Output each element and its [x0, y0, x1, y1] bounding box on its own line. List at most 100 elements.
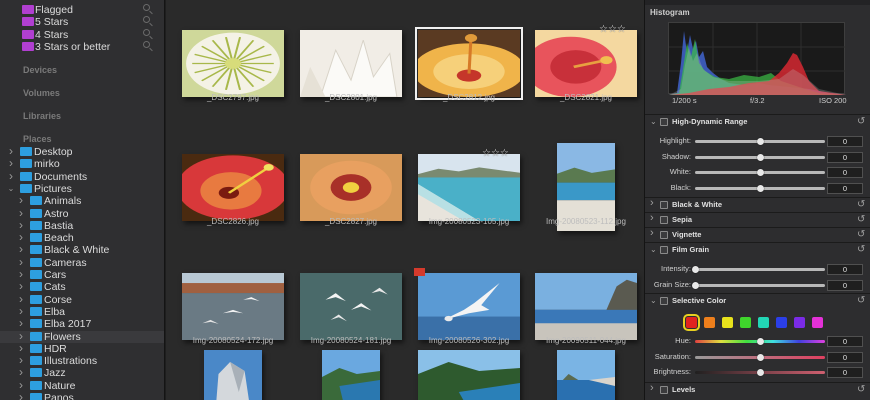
disclosure-closed-icon[interactable]: ›: [650, 382, 654, 394]
grain-grain-size-slider-knob[interactable]: [692, 281, 699, 289]
photo-cell[interactable]: _DSC2797.jpg: [174, 0, 292, 118]
sidebar-item-cats[interactable]: › Cats: [0, 280, 164, 293]
color-swatch[interactable]: [812, 317, 823, 328]
photo-thumbnail[interactable]: [182, 29, 284, 97]
photo-thumbnail[interactable]: [322, 350, 380, 400]
disclosure-open-icon[interactable]: ⌄: [650, 117, 657, 126]
hdr-white-slider-knob[interactable]: [757, 169, 764, 176]
sidebar-item-corse[interactable]: › Corse: [0, 293, 164, 306]
color-swatch[interactable]: [704, 317, 715, 328]
chevron-right-icon[interactable]: ›: [16, 293, 26, 305]
reset-icon[interactable]: ↺: [857, 295, 865, 306]
photo-cell[interactable]: ☆☆☆ _DSC2821.jpg: [527, 0, 644, 118]
sidebar-item-illustrations[interactable]: › Illustrations: [0, 354, 164, 367]
sepia-enable-checkbox[interactable]: [660, 216, 668, 224]
grain-intensity-slider-track[interactable]: [695, 268, 825, 271]
vignette-enable-checkbox[interactable]: [660, 231, 668, 239]
photo-cell[interactable]: [410, 350, 528, 400]
sidebar-item-panos[interactable]: › Panos: [0, 391, 164, 400]
color-swatch[interactable]: [794, 317, 805, 328]
color-swatch[interactable]: [758, 317, 769, 328]
sidebar-item-animals[interactable]: › Animals: [0, 194, 164, 207]
chevron-right-icon[interactable]: ›: [16, 219, 26, 231]
color-swatch[interactable]: [683, 314, 700, 331]
high-dynamic-range-enable-checkbox[interactable]: [660, 118, 668, 126]
sidebar-item-elba-2017[interactable]: › Elba 2017: [0, 317, 164, 330]
selcolor-brightness-value-field[interactable]: 0: [827, 367, 863, 378]
section-black-and-white[interactable]: › Black & White ↺: [645, 197, 870, 211]
photo-thumbnail[interactable]: [535, 29, 637, 97]
sidebar-item-jazz[interactable]: › Jazz: [0, 366, 164, 379]
photo-thumbnail[interactable]: [204, 350, 262, 400]
selcolor-saturation-slider-knob[interactable]: [757, 353, 764, 361]
photo-cell[interactable]: Img-20080524-181.jpg: [292, 243, 410, 361]
selective-color-enable-checkbox[interactable]: [660, 297, 668, 305]
smart-album-3-stars-or-better[interactable]: 3 Stars or better: [0, 40, 164, 53]
hdr-shadow-slider-knob[interactable]: [757, 153, 764, 161]
color-swatch[interactable]: [740, 317, 751, 328]
disclosure-closed-icon[interactable]: ›: [650, 197, 654, 209]
section-header-libraries[interactable]: Libraries: [23, 111, 61, 121]
disclosure-open-icon[interactable]: ⌄: [650, 296, 657, 305]
grain-intensity-value-field[interactable]: 0: [827, 264, 863, 275]
photo-thumbnail[interactable]: [557, 350, 615, 400]
photo-thumbnail[interactable]: [415, 26, 523, 100]
smart-album-4-stars[interactable]: 4 Stars: [0, 28, 164, 41]
black-and-white-enable-checkbox[interactable]: [660, 201, 668, 209]
chevron-right-icon[interactable]: ›: [16, 280, 26, 292]
sidebar-item-cameras[interactable]: › Cameras: [0, 256, 164, 269]
photo-cell[interactable]: _DSC2801.jpg: [292, 0, 410, 118]
photo-cell[interactable]: _DSC2827.jpg: [292, 124, 410, 242]
hdr-black-value-field[interactable]: 0: [827, 182, 863, 194]
smart-album-flagged[interactable]: Flagged: [0, 4, 164, 16]
grain-intensity-slider-knob[interactable]: [692, 266, 699, 273]
photo-thumbnail[interactable]: [182, 153, 284, 221]
chevron-right-icon[interactable]: ›: [16, 231, 26, 243]
sidebar-item-hdr[interactable]: › HDR: [0, 342, 164, 355]
selcolor-hue-value-field[interactable]: 0: [827, 336, 863, 347]
sidebar-item-astro[interactable]: › Astro: [0, 207, 164, 220]
chevron-right-icon[interactable]: ›: [16, 379, 26, 391]
selcolor-saturation-value-field[interactable]: 0: [827, 351, 863, 363]
color-swatch[interactable]: [776, 317, 787, 328]
chevron-right-icon[interactable]: ›: [16, 354, 26, 366]
photo-cell[interactable]: Img-20080524-172.jpg: [174, 243, 292, 361]
chevron-right-icon[interactable]: ›: [16, 342, 26, 354]
hdr-shadow-value-field[interactable]: 0: [827, 151, 863, 163]
chevron-right-icon[interactable]: ›: [16, 194, 26, 206]
chevron-right-icon[interactable]: ›: [6, 157, 16, 169]
photo-cell[interactable]: Img-20080523-112.jpg: [527, 124, 644, 242]
selcolor-brightness-slider-knob[interactable]: [757, 369, 764, 376]
sidebar-item-elba[interactable]: › Elba: [0, 305, 164, 318]
sidebar-item-bastia[interactable]: › Bastia: [0, 219, 164, 232]
chevron-right-icon[interactable]: ›: [16, 207, 26, 219]
section-header-devices[interactable]: Devices: [23, 65, 57, 75]
chevron-right-icon[interactable]: ›: [16, 391, 26, 400]
sidebar-item-nature[interactable]: › Nature: [0, 379, 164, 392]
color-swatch[interactable]: [722, 317, 733, 328]
chevron-right-icon[interactable]: ›: [16, 317, 26, 329]
photo-cell[interactable]: [292, 350, 410, 400]
chevron-down-icon[interactable]: ⌄: [6, 183, 16, 195]
sidebar-item-black-white[interactable]: › Black & White: [0, 243, 164, 256]
flag-icon[interactable]: [414, 267, 425, 276]
section-selective-color[interactable]: ⌄ Selective Color ↺: [645, 293, 870, 307]
reset-icon[interactable]: ↺: [857, 199, 865, 210]
sidebar-item-mirko[interactable]: › mirko: [0, 157, 164, 170]
sidebar-item-pictures[interactable]: ⌄ Pictures: [0, 183, 164, 195]
chevron-right-icon[interactable]: ›: [16, 243, 26, 255]
levels-enable-checkbox[interactable]: [660, 386, 668, 394]
chevron-right-icon[interactable]: ›: [16, 330, 26, 342]
photo-thumbnail[interactable]: [182, 272, 284, 340]
selcolor-hue-slider-knob[interactable]: [757, 338, 764, 345]
section-sepia[interactable]: › Sepia ↺: [645, 212, 870, 226]
section-vignette[interactable]: › Vignette ↺: [645, 227, 870, 241]
photo-cell[interactable]: [527, 350, 644, 400]
photo-thumbnail[interactable]: [418, 350, 520, 400]
sidebar-item-desktop[interactable]: › Desktop: [0, 145, 164, 158]
hdr-highlight-value-field[interactable]: 0: [827, 136, 863, 147]
hdr-highlight-slider-knob[interactable]: [757, 138, 764, 145]
reset-icon[interactable]: ↺: [857, 214, 865, 225]
sidebar-item-flowers[interactable]: › Flowers: [0, 330, 164, 343]
photo-thumbnail[interactable]: [300, 153, 402, 221]
